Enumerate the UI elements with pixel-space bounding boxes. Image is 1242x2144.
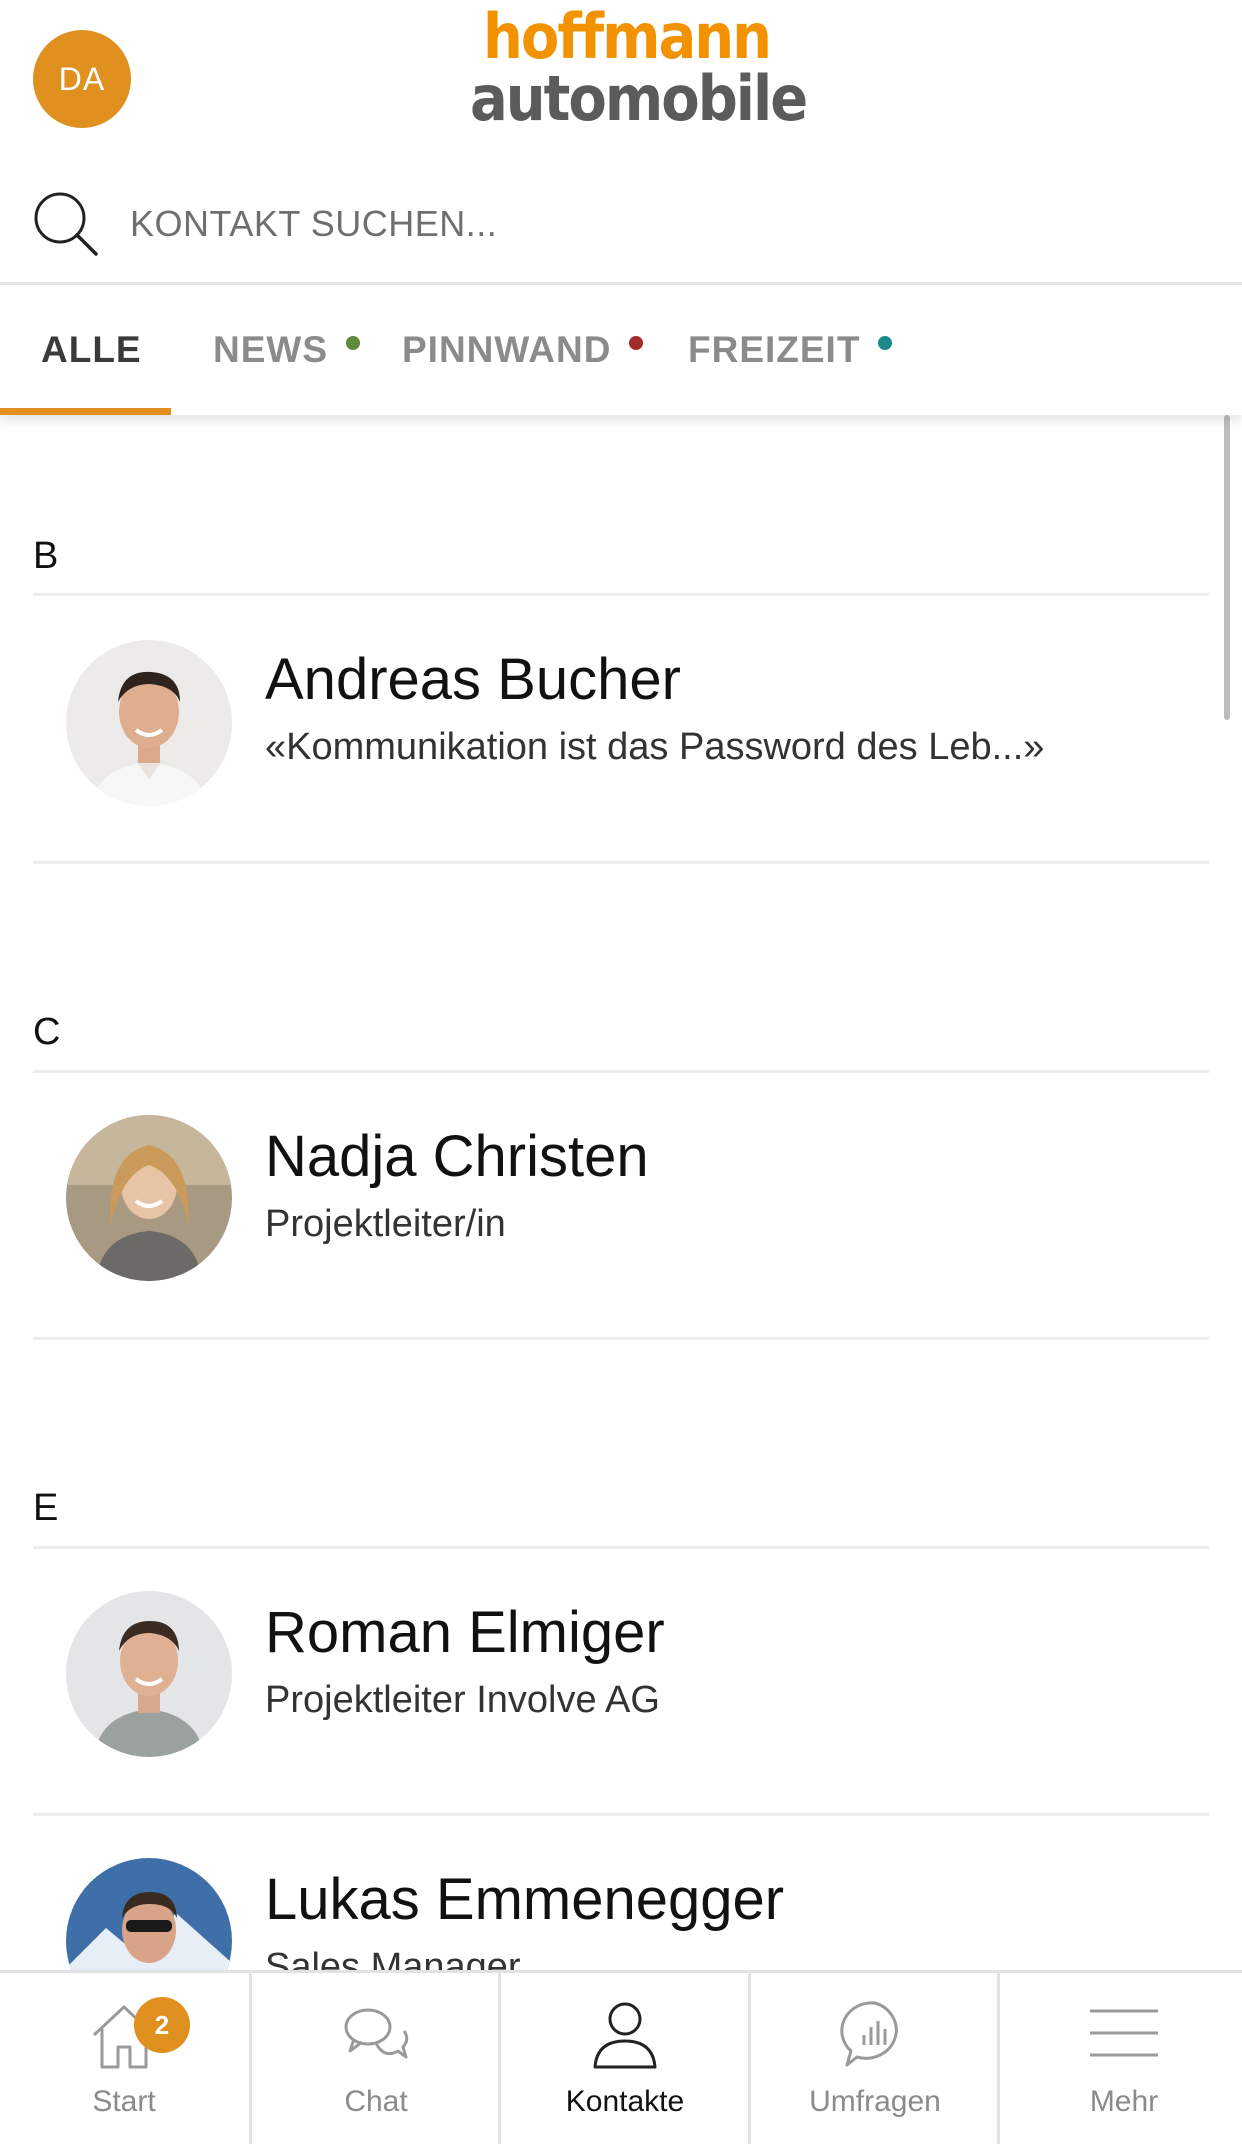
section-header-e: E <box>33 1487 59 1529</box>
nav-chat[interactable]: Chat <box>252 1973 500 2144</box>
bottom-navigation: 2 Start Chat Kontakte Umfragen Mehr <box>0 1970 1242 2144</box>
news-indicator-dot <box>346 336 360 350</box>
contact-item-lukas-emmenegger[interactable]: Lukas Emmenegger Sales Manager <box>33 1816 1209 1970</box>
nav-label: Start <box>92 2085 156 2118</box>
tab-label: FREIZEIT <box>688 329 861 370</box>
tab-label: PINNWAND <box>402 329 612 370</box>
divider <box>33 861 1209 864</box>
tab-alle[interactable]: ALLE <box>41 285 142 415</box>
active-tab-indicator <box>0 408 171 415</box>
scrollbar[interactable] <box>1224 415 1230 720</box>
pinnwand-indicator-dot <box>629 336 644 350</box>
contact-subtitle: «Kommunikation ist das Password des Leb.… <box>265 726 1045 768</box>
person-icon <box>593 2002 657 2069</box>
avatar <box>66 1591 232 1757</box>
category-tabs: ALLE NEWS PINNWAND FREIZEIT <box>0 285 1242 415</box>
search-input[interactable] <box>130 196 1180 252</box>
nav-mehr[interactable]: Mehr <box>1000 1973 1242 2144</box>
divider <box>33 1337 1209 1340</box>
logo-line-1: hoffmann <box>483 1 772 74</box>
nav-umfragen[interactable]: Umfragen <box>751 1973 999 2144</box>
company-logo: hoffmann automobile <box>470 1 808 131</box>
section-header-b: B <box>33 535 59 577</box>
section-header-c: C <box>33 1011 61 1053</box>
contact-item-roman-elmiger[interactable]: Roman Elmiger Projektleiter Involve AG <box>33 1549 1209 1814</box>
tab-label: NEWS <box>213 329 328 370</box>
nav-start[interactable]: 2 Start <box>0 1973 248 2144</box>
nav-label: Chat <box>344 2085 408 2118</box>
contact-item-nadja-christen[interactable]: Nadja Christen Projektleiter/in <box>33 1073 1209 1338</box>
avatar <box>66 1115 232 1281</box>
nav-kontakte[interactable]: Kontakte <box>501 1973 749 2144</box>
poll-icon <box>840 2001 898 2067</box>
tab-pinnwand[interactable]: PINNWAND <box>402 285 644 415</box>
tab-label: ALLE <box>41 329 142 370</box>
contact-list[interactable]: B Andreas Bucher «Kommunikation ist das … <box>0 415 1242 1970</box>
contact-subtitle: Projektleiter/in <box>265 1203 506 1245</box>
nav-label: Kontakte <box>565 2085 685 2118</box>
nav-label: Mehr <box>1089 2085 1159 2118</box>
logo-line-2: automobile <box>470 63 808 136</box>
contact-subtitle: Projektleiter Involve AG <box>265 1679 660 1721</box>
contact-name: Andreas Bucher <box>265 647 681 712</box>
contact-name: Roman Elmiger <box>265 1600 665 1665</box>
menu-icon <box>1090 2009 1158 2057</box>
search-bar <box>0 172 1242 285</box>
search-icon[interactable] <box>30 188 102 260</box>
chat-icon <box>344 2008 409 2059</box>
tab-news[interactable]: NEWS <box>213 285 360 415</box>
notification-badge: 2 <box>134 1997 190 2053</box>
tab-freizeit[interactable]: FREIZEIT <box>688 285 893 415</box>
contact-item-andreas-bucher[interactable]: Andreas Bucher «Kommunikation ist das Pa… <box>33 596 1209 861</box>
freizeit-indicator-dot <box>878 336 893 350</box>
avatar <box>66 1858 232 1970</box>
avatar <box>66 640 232 806</box>
contact-name: Nadja Christen <box>265 1124 649 1189</box>
nav-label: Umfragen <box>809 2085 941 2118</box>
user-initials: DA <box>58 60 106 97</box>
user-avatar[interactable]: DA <box>33 30 131 128</box>
contact-name: Lukas Emmenegger <box>265 1867 785 1932</box>
contact-subtitle: Sales Manager <box>265 1946 521 1970</box>
